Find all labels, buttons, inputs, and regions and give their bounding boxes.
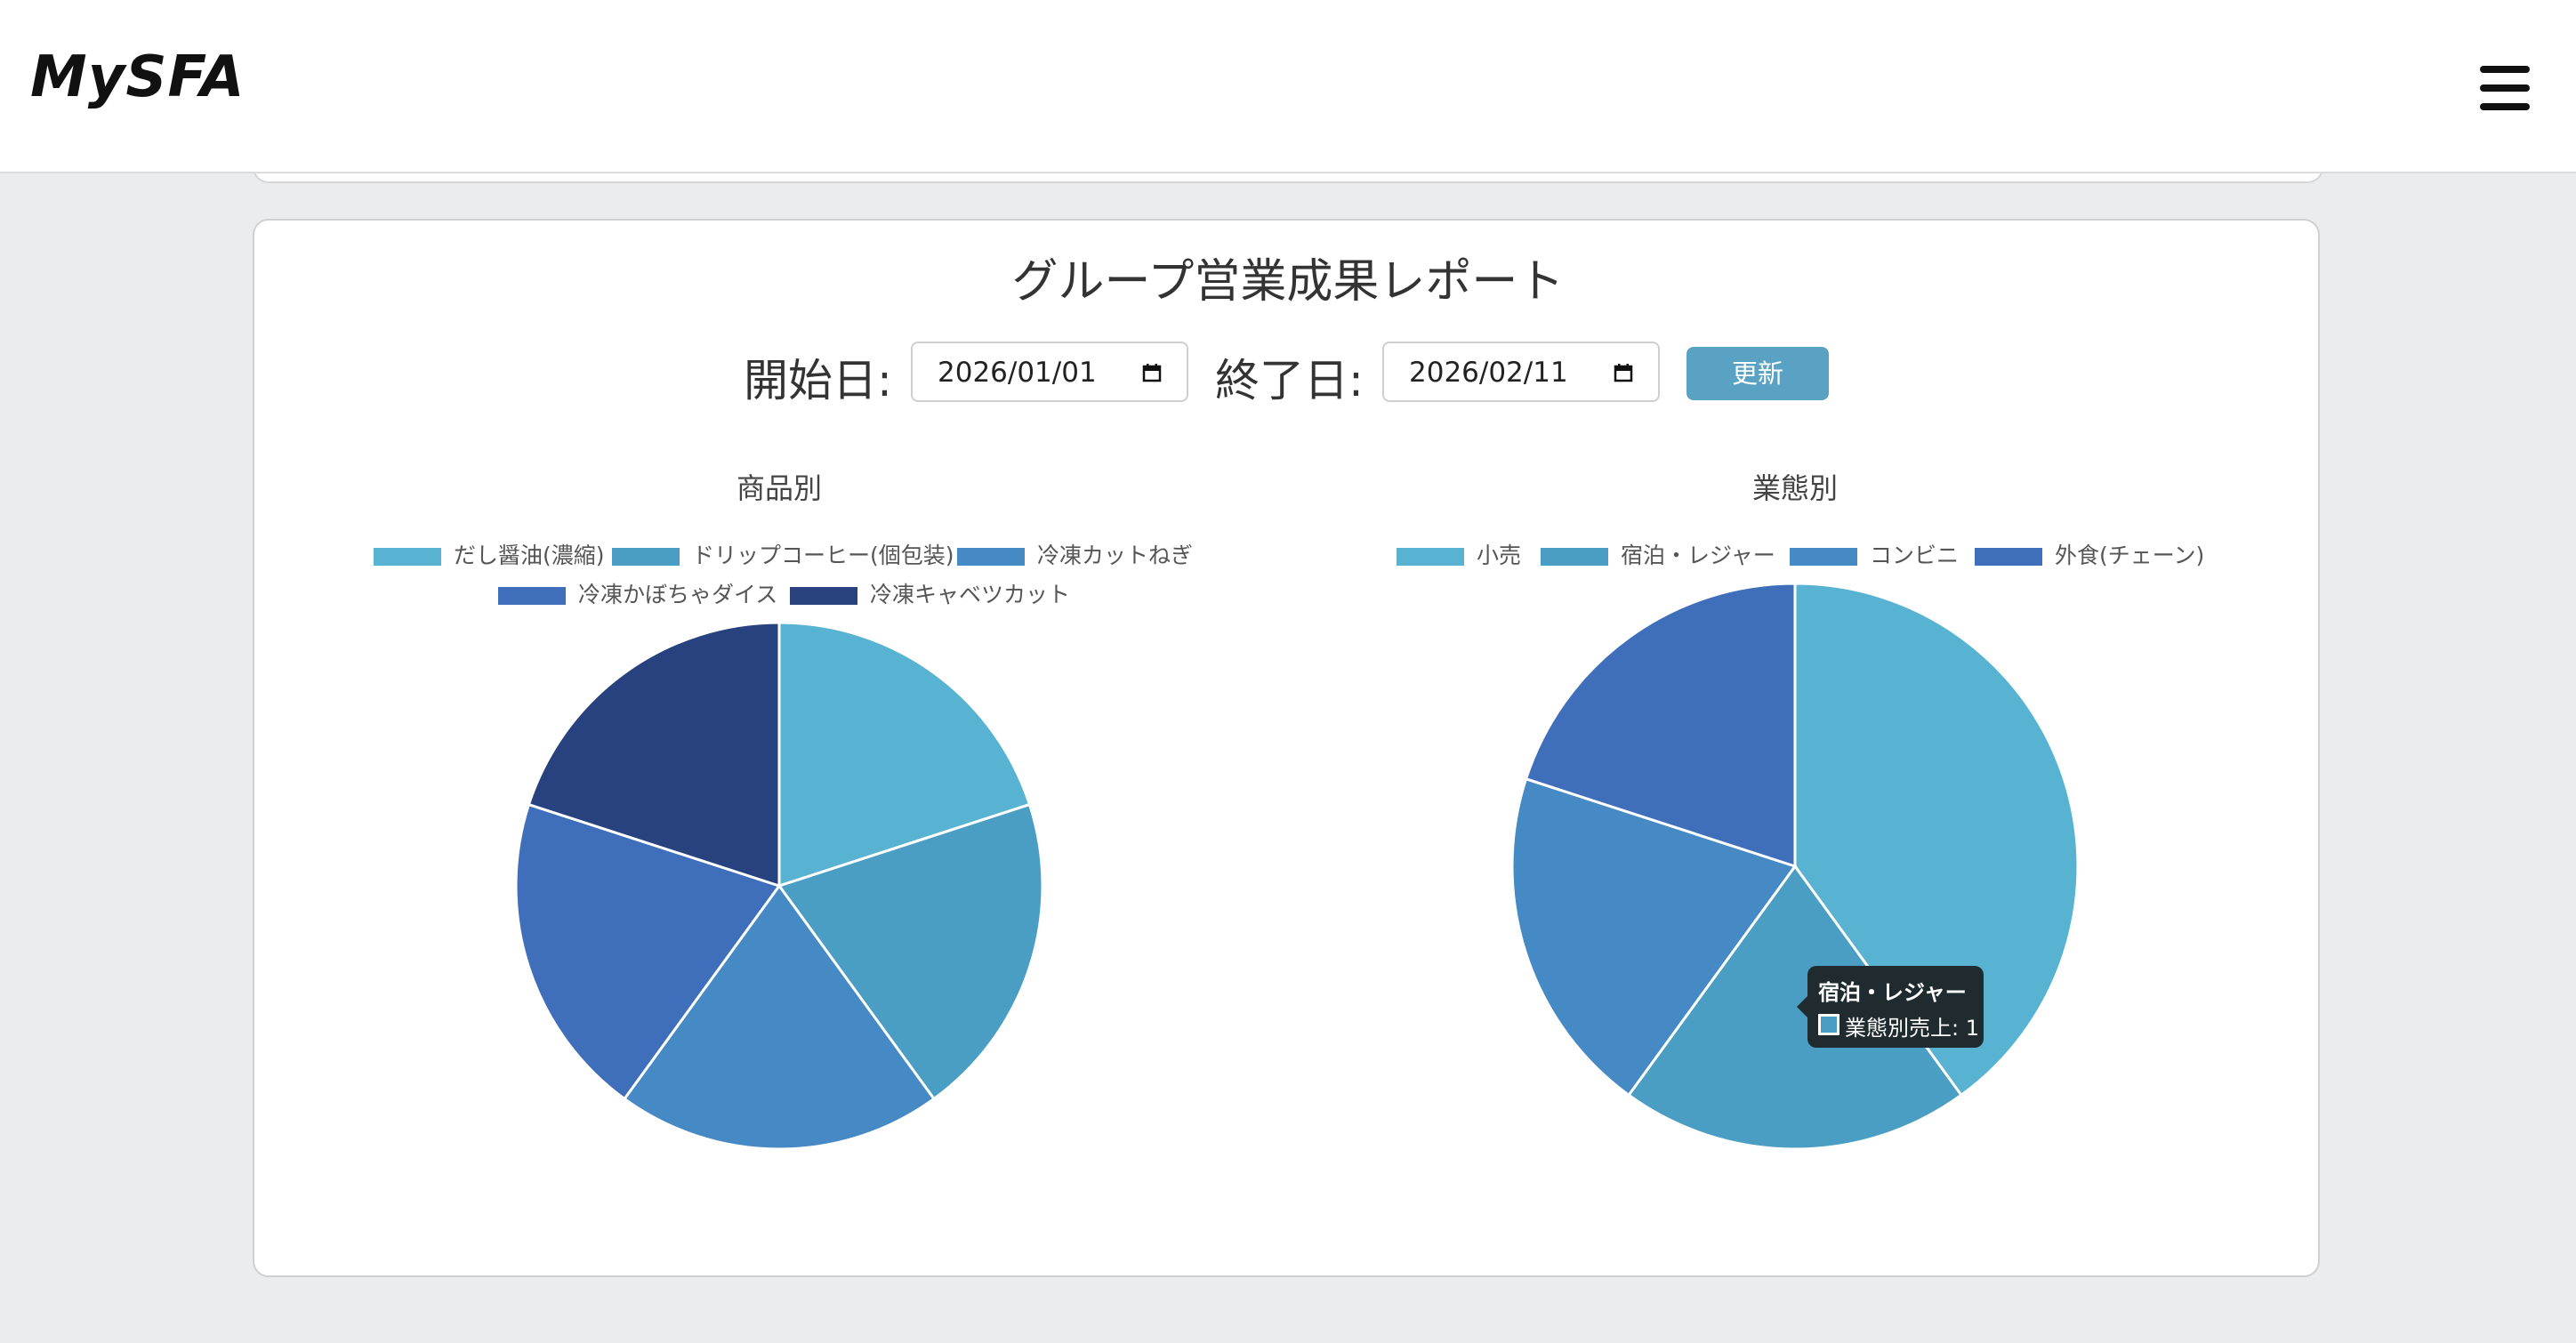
- tooltip-title: 宿泊・レジャー: [1818, 980, 1967, 1005]
- pie-charts: [514, 582, 2080, 1151]
- chart-tooltip: 宿泊・レジャー 業態別売上: 1: [1797, 966, 1984, 1048]
- app-logo[interactable]: MySFA: [30, 44, 246, 110]
- tooltip-color-swatch: [1818, 1014, 1839, 1035]
- top-header: MySFA: [0, 0, 2576, 173]
- hamburger-menu-icon[interactable]: [2480, 66, 2530, 110]
- tooltip-value: 業態別売上: 1: [1845, 1016, 1979, 1041]
